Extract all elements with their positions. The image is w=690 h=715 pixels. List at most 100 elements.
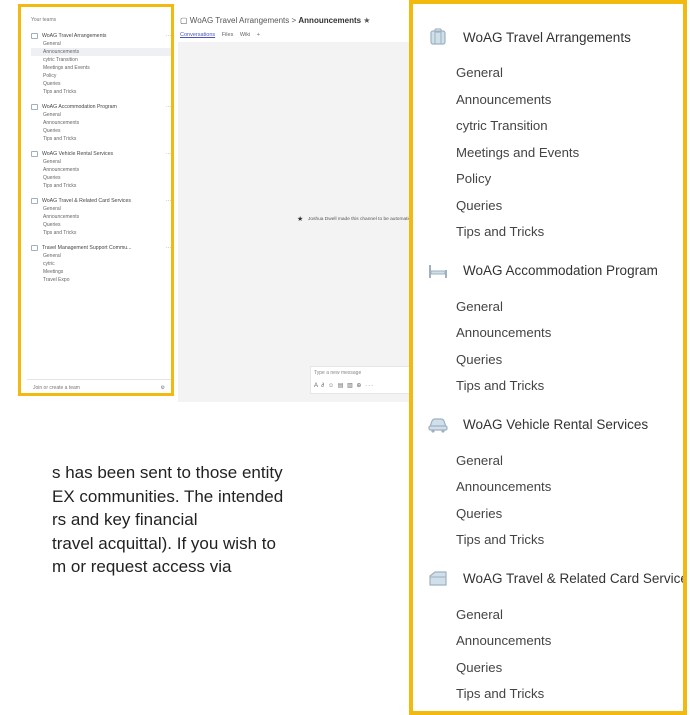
mini-channel-item[interactable]: General — [31, 252, 171, 260]
settings-icon[interactable]: ⚙ — [161, 385, 165, 391]
header-channel-name: Announcements — [298, 16, 362, 25]
channel-item[interactable]: Announcements — [413, 320, 683, 347]
mini-team-row[interactable]: WoAG Vehicle Rental Services ··· — [31, 149, 171, 158]
mini-channel-item[interactable]: Tips and Tricks — [31, 182, 171, 190]
mini-channel-item[interactable]: Tips and Tricks — [31, 135, 171, 143]
channel-item[interactable]: Tips and Tricks — [413, 527, 683, 554]
channel-tabs: Conversations Files Wiki + — [180, 32, 265, 38]
mini-channel-item[interactable]: Policy — [31, 72, 171, 80]
mini-channel-item[interactable]: Announcements — [31, 213, 171, 221]
team-row[interactable]: WoAG Accommodation Program — [427, 256, 683, 286]
team-row[interactable]: WoAG Travel & Related Card Services — [427, 564, 683, 594]
team-row[interactable]: WoAG Travel Arrangements — [427, 22, 683, 52]
mini-channel-item[interactable]: Announcements — [31, 119, 171, 127]
more-options-icon[interactable]: ··· — [166, 33, 171, 39]
channel-item[interactable]: General — [413, 60, 683, 87]
join-team-row[interactable]: Join or create a team ⚙ — [33, 385, 165, 391]
compose-box[interactable]: Type a new message A ∂ ☺ ▤ ▧ ⊕ ··· — [310, 366, 418, 394]
channel-item[interactable]: Tips and Tricks — [413, 373, 683, 400]
text-line: s has been sent to those entity — [52, 463, 283, 482]
tab-files[interactable]: Files — [222, 32, 234, 38]
channel-item[interactable]: Tips and Tricks — [413, 681, 683, 708]
join-team-label[interactable]: Join or create a team — [33, 385, 80, 391]
team-icon — [31, 197, 38, 204]
team-name[interactable]: WoAG Vehicle Rental Services — [463, 417, 648, 432]
team-name[interactable]: WoAG Travel & Related Card Services — [463, 571, 683, 586]
tab-conversations[interactable]: Conversations — [180, 32, 215, 38]
more-options-icon[interactable]: ··· — [166, 104, 171, 110]
mini-channel-item[interactable]: cytric Transition — [31, 56, 171, 64]
more-options-icon[interactable]: ··· — [166, 198, 171, 204]
tab-wiki[interactable]: Wiki — [240, 32, 250, 38]
mini-team-name[interactable]: WoAG Travel & Related Card Services — [42, 198, 162, 204]
channel-item[interactable]: General — [413, 294, 683, 321]
channel-post: Joshua Dwell made this channel to be aut… — [308, 217, 415, 222]
divider — [27, 379, 171, 380]
sidebar-heading: Your teams — [31, 17, 57, 23]
mini-channel-item[interactable]: Queries — [31, 174, 171, 182]
mini-channel-item[interactable]: cytric — [31, 260, 171, 268]
mini-channel-item[interactable]: Travel Expo — [31, 276, 171, 284]
channel-item[interactable]: Meetings and Events — [413, 140, 683, 167]
channel-item[interactable]: cytric Transition — [413, 113, 683, 140]
more-options-icon[interactable]: ··· — [166, 245, 171, 251]
channel-item[interactable]: Policy — [413, 166, 683, 193]
channel-item[interactable]: Announcements — [413, 474, 683, 501]
suitcase-icon — [427, 26, 449, 48]
channel-item[interactable]: General — [413, 602, 683, 629]
team-icon: ▢ — [180, 16, 188, 25]
mini-team-name[interactable]: WoAG Accommodation Program — [42, 104, 162, 110]
mini-channel-item[interactable]: Queries — [31, 80, 171, 88]
zoom-team-list: WoAG Travel Arrangements General Announcem… — [413, 4, 683, 708]
mini-team-row[interactable]: WoAG Accommodation Program ··· — [31, 102, 171, 111]
mini-channel-item[interactable]: General — [31, 205, 171, 213]
team-icon — [31, 150, 38, 157]
channel-item[interactable]: Announcements — [413, 87, 683, 114]
mini-team-name[interactable]: WoAG Travel Arrangements — [42, 33, 162, 39]
mini-channel-item[interactable]: Announcements — [31, 166, 171, 174]
team-name[interactable]: WoAG Accommodation Program — [463, 263, 658, 278]
compose-placeholder[interactable]: Type a new message — [314, 370, 361, 376]
text-line: m or request access via — [52, 557, 232, 576]
card-icon — [427, 568, 449, 590]
channel-item[interactable]: General — [413, 448, 683, 475]
document-text: s has been sent to those entity EX commu… — [52, 461, 407, 579]
mini-channel-item[interactable]: Announcements — [31, 48, 171, 56]
channel-item[interactable]: Queries — [413, 193, 683, 220]
channel-header: ▢ WoAG Travel Arrangements > Announcemen… — [180, 16, 418, 25]
star-icon[interactable]: ★ — [363, 16, 370, 25]
compose-toolbar[interactable]: A ∂ ☺ ▤ ▧ ⊕ ··· — [314, 382, 374, 389]
team-icon — [31, 103, 38, 110]
text-line: rs and key financial — [52, 510, 198, 529]
teams-screenshot-thumbnail: ▢ WoAG Travel Arrangements > Announcemen… — [18, 4, 418, 404]
mini-channel-item[interactable]: Meetings and Events — [31, 64, 171, 72]
add-tab-button[interactable]: + — [257, 32, 260, 38]
mini-channel-item[interactable]: General — [31, 158, 171, 166]
mini-team-name[interactable]: Travel Management Support Commu... — [42, 245, 162, 251]
text-line: travel acquittal). If you wish to — [52, 533, 276, 553]
mini-team-row[interactable]: WoAG Travel Arrangements ··· — [31, 31, 171, 40]
mini-channel-item[interactable]: Meetings — [31, 268, 171, 276]
mini-team-row[interactable]: WoAG Travel & Related Card Services ··· — [31, 196, 171, 205]
mini-channel-item[interactable]: Tips and Tricks — [31, 229, 171, 237]
mini-channel-item[interactable]: General — [31, 111, 171, 119]
channel-item[interactable]: Tips and Tricks — [413, 219, 683, 246]
mini-channel-item[interactable]: General — [31, 40, 171, 48]
team-row[interactable]: WoAG Vehicle Rental Services — [427, 410, 683, 440]
zoomed-team-list: WoAG Travel Arrangements General Announcem… — [409, 0, 687, 715]
highlighted-team-list: Your teams WoAG Travel Arrangements ··· Ge… — [18, 4, 174, 396]
channel-item[interactable]: Queries — [413, 347, 683, 374]
team-icon — [31, 244, 38, 251]
more-options-icon[interactable]: ··· — [166, 151, 171, 157]
mini-team-name[interactable]: WoAG Vehicle Rental Services — [42, 151, 162, 157]
channel-item[interactable]: Queries — [413, 501, 683, 528]
mini-channel-item[interactable]: Tips and Tricks — [31, 88, 171, 96]
teams-sidebar: Your teams WoAG Travel Arrangements ··· Ge… — [31, 17, 171, 284]
channel-item[interactable]: Announcements — [413, 628, 683, 655]
channel-item[interactable]: Queries — [413, 655, 683, 682]
header-team-name[interactable]: WoAG Travel Arrangements — [190, 16, 289, 25]
mini-channel-item[interactable]: Queries — [31, 221, 171, 229]
mini-channel-item[interactable]: Queries — [31, 127, 171, 135]
team-name[interactable]: WoAG Travel Arrangements — [463, 30, 631, 45]
mini-team-row[interactable]: Travel Management Support Commu... ··· — [31, 243, 171, 252]
